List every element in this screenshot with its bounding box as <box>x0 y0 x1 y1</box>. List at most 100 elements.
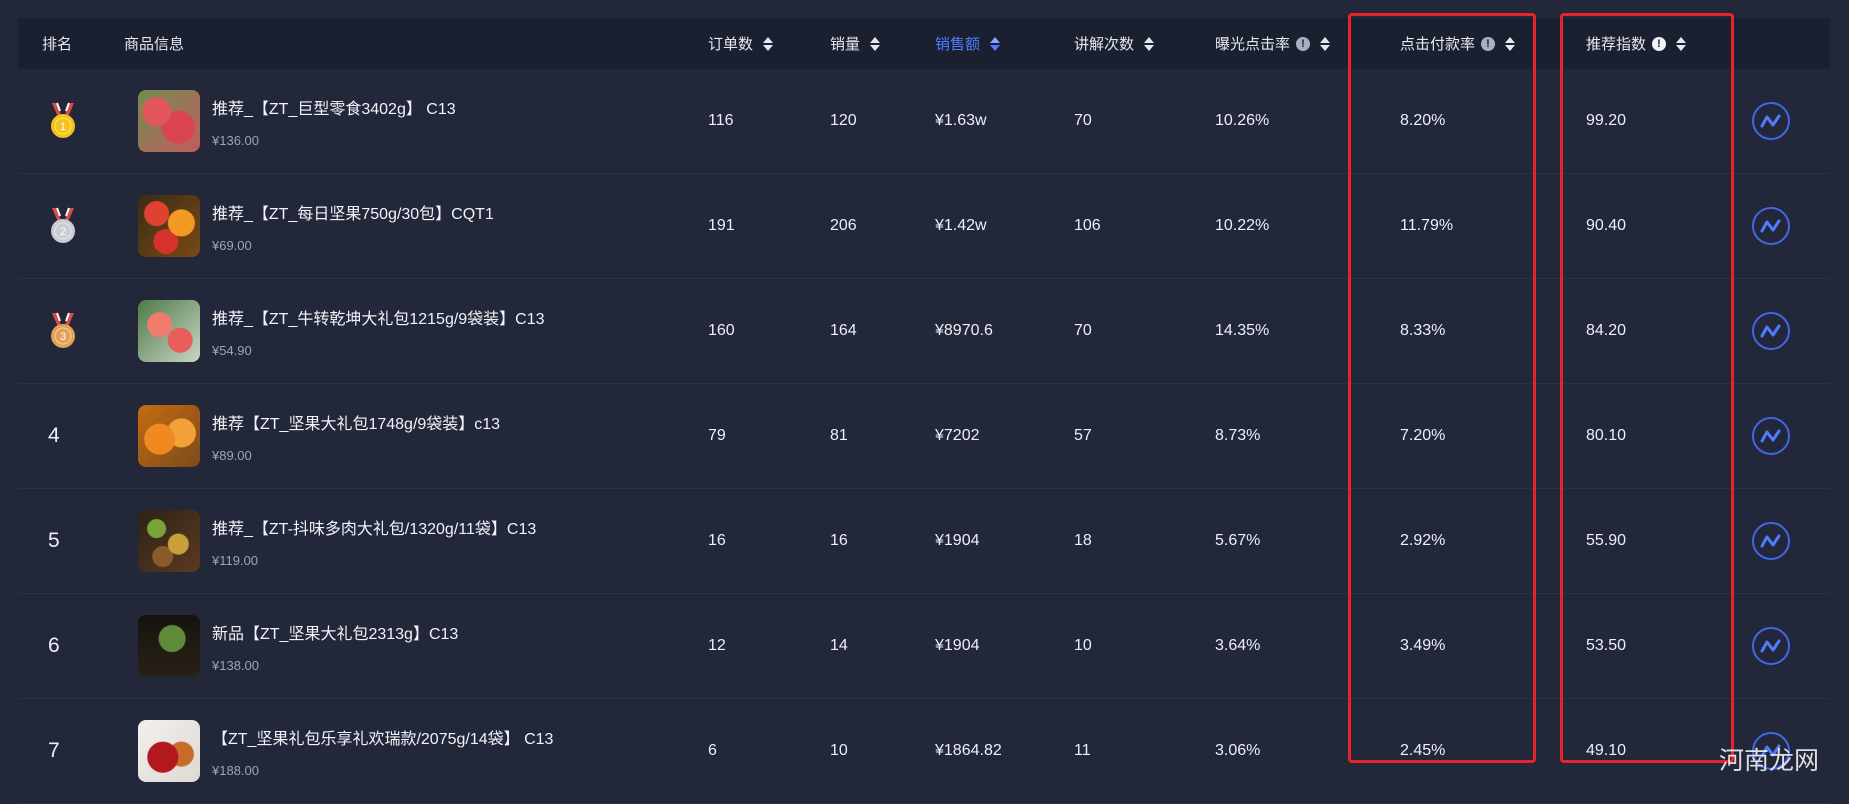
table-row[interactable]: 4 推荐【ZT_坚果大礼包1748g/9袋装】c13 ¥89.00 79 81 ¥7202… <box>18 384 1830 489</box>
revenue-value: ¥1.42w <box>935 217 987 234</box>
svg-text:2: 2 <box>60 226 66 238</box>
revenue-value: ¥1904 <box>935 532 980 549</box>
product-cell[interactable]: 推荐_【ZT-抖味多肉大礼包/1320g/11袋】C13 ¥119.00 <box>138 489 536 593</box>
product-price: ¥89.00 <box>212 447 252 463</box>
explain-value: 57 <box>1074 427 1092 444</box>
info-icon[interactable]: ! <box>1296 36 1311 51</box>
ranking-table: 排名 商品信息 订单数 销量 销售额 讲解次数 曝光点击率! 点击付款率! 推荐… <box>18 18 1830 804</box>
table-row[interactable]: 1 推荐_【ZT_巨型零食3402g】 C13 ¥136.00 116 120 ¥1.63… <box>18 69 1830 174</box>
product-thumbnail[interactable] <box>138 90 200 152</box>
product-price: ¥188.00 <box>212 762 259 778</box>
revenue-value: ¥1864.82 <box>935 742 1002 759</box>
gold-medal-icon: 1 <box>51 102 75 138</box>
rank-cell: 4 <box>48 384 60 488</box>
sort-icon[interactable] <box>1144 36 1155 51</box>
product-thumbnail[interactable] <box>138 195 200 257</box>
header-explain-sort[interactable]: 讲解次数 <box>1074 18 1155 69</box>
ctr-value: 14.35% <box>1215 322 1270 339</box>
table-row[interactable]: 3 推荐_【ZT_牛转乾坤大礼包1215g/9袋装】C13 ¥54.90 160 164… <box>18 279 1830 384</box>
trend-icon <box>1760 534 1781 548</box>
product-name[interactable]: 推荐_【ZT-抖味多肉大礼包/1320g/11袋】C13 <box>212 515 536 539</box>
trend-chart-button[interactable] <box>1752 207 1790 245</box>
sort-icon[interactable] <box>1320 36 1331 51</box>
product-thumbnail[interactable] <box>138 405 200 467</box>
ctr-value: 10.26% <box>1215 112 1270 129</box>
trend-cell <box>1752 489 1790 593</box>
table-row[interactable]: 2 推荐_【ZT_每日坚果750g/30包】CQT1 ¥69.00 191 206 ¥1.… <box>18 174 1830 279</box>
rank-number: 4 <box>48 424 60 447</box>
trend-chart-button[interactable] <box>1752 312 1790 350</box>
explain-value: 10 <box>1074 637 1092 654</box>
trend-chart-button[interactable] <box>1752 522 1790 560</box>
sales-value: 81 <box>830 427 848 444</box>
rank-number: 7 <box>48 739 60 762</box>
trend-icon <box>1760 114 1781 128</box>
revenue-value: ¥1.63w <box>935 112 987 129</box>
trend-icon <box>1760 639 1781 653</box>
sales-value: 120 <box>830 112 857 129</box>
svg-text:3: 3 <box>60 331 66 343</box>
trend-chart-button[interactable] <box>1752 417 1790 455</box>
silver-medal-icon: 2 <box>51 207 75 243</box>
orders-value: 6 <box>708 742 717 759</box>
ctr-value: 5.67% <box>1215 532 1261 549</box>
sort-icon[interactable] <box>870 36 881 51</box>
product-name[interactable]: 推荐_【ZT_巨型零食3402g】 C13 <box>212 95 456 119</box>
trend-cell <box>1752 69 1790 173</box>
trend-icon <box>1760 429 1781 443</box>
sales-value: 16 <box>830 532 848 549</box>
watermark: 河南龙网 <box>1718 746 1819 775</box>
product-cell[interactable]: 【ZT_坚果礼包乐享礼欢瑞款/2075g/14袋】 C13 ¥188.00 <box>138 699 553 803</box>
header-orders-sort[interactable]: 订单数 <box>708 18 774 69</box>
orders-value: 191 <box>708 217 735 234</box>
revenue-value: ¥1904 <box>935 637 980 654</box>
product-name[interactable]: 新品【ZT_坚果大礼包2313g】C13 <box>212 620 458 644</box>
product-cell[interactable]: 推荐_【ZT_巨型零食3402g】 C13 ¥136.00 <box>138 69 456 173</box>
header-sales-sort[interactable]: 销量 <box>830 18 881 69</box>
product-cell[interactable]: 推荐_【ZT_牛转乾坤大礼包1215g/9袋装】C13 ¥54.90 <box>138 279 545 383</box>
rank-cell: 5 <box>48 489 60 593</box>
trend-cell <box>1752 384 1790 488</box>
header-rank: 排名 <box>42 36 73 53</box>
product-thumbnail[interactable] <box>138 615 200 677</box>
product-thumbnail[interactable] <box>138 300 200 362</box>
sort-desc-icon[interactable] <box>990 36 1001 51</box>
sales-value: 206 <box>830 217 857 234</box>
product-cell[interactable]: 新品【ZT_坚果大礼包2313g】C13 ¥138.00 <box>138 594 458 698</box>
product-name[interactable]: 推荐【ZT_坚果大礼包1748g/9袋装】c13 <box>212 410 500 434</box>
product-cell[interactable]: 推荐【ZT_坚果大礼包1748g/9袋装】c13 ¥89.00 <box>138 384 500 488</box>
product-name[interactable]: 推荐_【ZT_每日坚果750g/30包】CQT1 <box>212 200 494 224</box>
rank-number: 6 <box>48 634 60 657</box>
product-cell[interactable]: 推荐_【ZT_每日坚果750g/30包】CQT1 ¥69.00 <box>138 174 494 278</box>
product-thumbnail[interactable] <box>138 510 200 572</box>
trend-chart-button[interactable] <box>1752 627 1790 665</box>
product-name[interactable]: 推荐_【ZT_牛转乾坤大礼包1215g/9袋装】C13 <box>212 305 545 329</box>
sales-value: 164 <box>830 322 857 339</box>
ctr-value: 10.22% <box>1215 217 1270 234</box>
header-revenue-sort[interactable]: 销售额 <box>935 18 1001 69</box>
explain-value: 70 <box>1074 322 1092 339</box>
svg-text:1: 1 <box>60 121 66 133</box>
trend-icon <box>1760 219 1781 233</box>
product-thumbnail[interactable] <box>138 720 200 782</box>
ctr-value: 3.64% <box>1215 637 1261 654</box>
explain-value: 18 <box>1074 532 1092 549</box>
trend-cell <box>1752 174 1790 278</box>
product-price: ¥136.00 <box>212 132 259 148</box>
orders-value: 16 <box>708 532 726 549</box>
table-row[interactable]: 5 推荐_【ZT-抖味多肉大礼包/1320g/11袋】C13 ¥119.00 16 16… <box>18 489 1830 594</box>
table-row[interactable]: 6 新品【ZT_坚果大礼包2313g】C13 ¥138.00 12 14 ¥1904 10 3… <box>18 594 1830 699</box>
sales-value: 14 <box>830 637 848 654</box>
product-price: ¥119.00 <box>212 552 259 568</box>
trend-icon <box>1760 324 1781 338</box>
product-name[interactable]: 【ZT_坚果礼包乐享礼欢瑞款/2075g/14袋】 C13 <box>212 725 553 749</box>
table-row[interactable]: 7 【ZT_坚果礼包乐享礼欢瑞款/2075g/14袋】 C13 ¥188.00 6 10… <box>18 699 1830 804</box>
orders-value: 116 <box>708 112 734 129</box>
revenue-value: ¥8970.6 <box>935 322 993 339</box>
revenue-value: ¥7202 <box>935 427 980 444</box>
trend-chart-button[interactable] <box>1752 102 1790 140</box>
sort-icon[interactable] <box>763 36 774 51</box>
trend-cell <box>1752 594 1790 698</box>
bronze-medal-icon: 3 <box>51 312 75 348</box>
header-ctr-sort[interactable]: 曝光点击率! <box>1215 18 1331 69</box>
